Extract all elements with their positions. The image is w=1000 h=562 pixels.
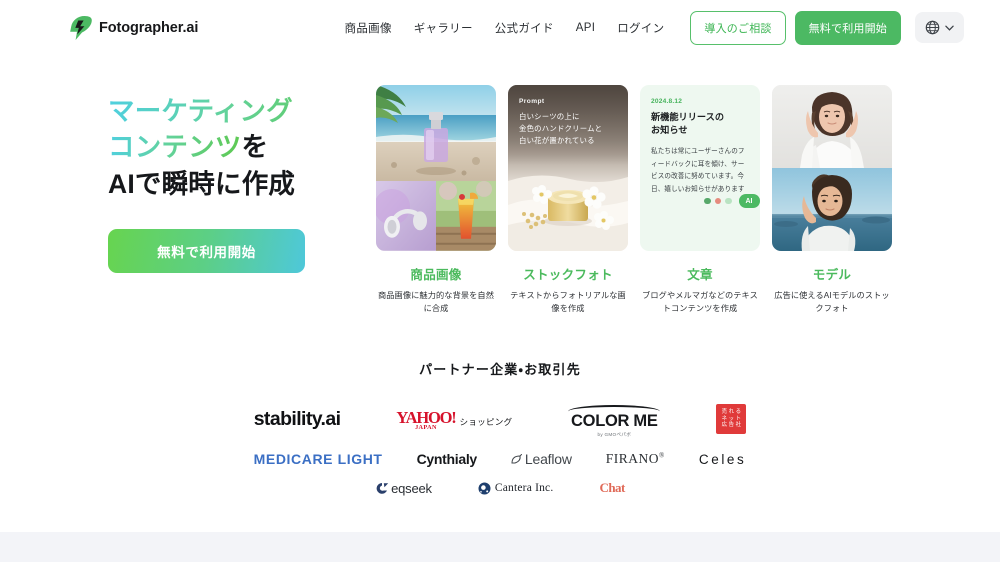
- card-desc-product-image: 商品画像に魅力的な背景を自然に合成: [377, 291, 495, 313]
- feature-card-stock-photo[interactable]: Prompt 白いシーツの上に 金色のハンドクリームと 白い花が置かれている ス…: [508, 85, 628, 315]
- prompt-overlay: Prompt 白いシーツの上に 金色のハンドクリームと 白い花が置かれている: [508, 85, 628, 165]
- partner-logo-celes: Celes: [698, 451, 747, 467]
- note-status-row: AI: [704, 194, 760, 208]
- card-media-text-note: 2024.8.12 新機能リリースの お知らせ 私たちは常にユーザーさんのフィー…: [640, 85, 760, 251]
- feature-cards: 商品画像 商品画像に魅力的な背景を自然に合成 Prompt 白いシーツの上に 金…: [376, 85, 892, 315]
- chevron-down-icon: [945, 25, 954, 31]
- partner-logo-eqseek: eqseek: [375, 481, 432, 496]
- color-me-wordmark: COLOR ME: [571, 412, 658, 431]
- partner-logo-chat: Chat: [599, 480, 625, 496]
- card-title-text: 文章: [687, 268, 713, 282]
- eqseek-mark-icon: [376, 482, 389, 494]
- cantera-mark-icon: [478, 482, 491, 495]
- note-date: 2024.8.12: [651, 98, 683, 105]
- nav-link-api[interactable]: API: [576, 22, 595, 34]
- color-me-sublabel: by GMOペパボ: [597, 432, 632, 438]
- partner-row-1: stability.ai YAHOO! JAPAN ショッピング COLOR M…: [254, 400, 747, 438]
- partner-logo-cynthialy: Cynthialy: [416, 451, 478, 468]
- cantera-wordmark: Cantera Inc.: [494, 482, 554, 495]
- main-nav: 商品画像 ギャラリー 公式ガイド API ログイン 導入のご相談 無料で利用開始: [345, 10, 964, 45]
- leaf-icon: [511, 453, 522, 464]
- partner-logo-color-me: COLOR ME by GMOペパボ: [568, 400, 661, 438]
- prompt-label: Prompt: [519, 98, 545, 105]
- nav-links: 商品画像 ギャラリー 公式ガイド API ログイン: [345, 20, 665, 36]
- page-root: Fotographer.ai 商品画像 ギャラリー 公式ガイド API ログイン…: [0, 0, 1000, 562]
- partner-logo-yahoo-shopping: YAHOO! JAPAN ショッピング: [396, 408, 512, 431]
- eqseek-wordmark: eqseek: [391, 480, 432, 496]
- brand-logo[interactable]: Fotographer.ai: [70, 15, 199, 40]
- note-heading: 新機能リリースの お知らせ: [651, 112, 725, 136]
- status-dot-1: [704, 197, 711, 205]
- bolt-logo-icon: [70, 15, 92, 40]
- yahoo-mark: YAHOO! JAPAN: [396, 408, 456, 431]
- urenet-cell-7: 広: [721, 422, 728, 429]
- partner-logo-firano: FIRANO®: [606, 451, 665, 467]
- hero-title-line-2-accent: コンテンツ: [108, 132, 242, 163]
- note-body-text: 私たちは常にユーザーさんのフィードバックに耳を傾け、サービスの改善に努めています…: [651, 148, 745, 194]
- card-title-model: モデル: [812, 268, 852, 282]
- card-desc-text: ブログやメルマガなどのテキストコンテンツを作成: [642, 291, 758, 313]
- nav-link-product-image[interactable]: 商品画像: [345, 20, 392, 36]
- nav-link-gallery[interactable]: ギャラリー: [414, 20, 473, 36]
- card-title-stock-photo: ストックフォト: [523, 268, 613, 282]
- feature-card-product-image[interactable]: 商品画像 商品画像に魅力的な背景を自然に合成: [376, 85, 496, 315]
- feature-card-model[interactable]: モデル 広告に使えるAIモデルのストックフォト: [772, 85, 892, 315]
- urenet-cell-9: 社: [735, 422, 742, 429]
- perfume-beach-image: [376, 85, 496, 182]
- site-header: Fotographer.ai 商品画像 ギャラリー 公式ガイド API ログイン…: [0, 0, 1000, 55]
- firano-wordmark: FIRANO: [605, 451, 660, 467]
- language-selector[interactable]: [915, 12, 964, 43]
- start-free-button-header[interactable]: 無料で利用開始: [794, 10, 901, 45]
- ai-badge: AI: [738, 194, 760, 208]
- hero-title-line-2: コンテンツを: [108, 129, 370, 165]
- hero-section: マーケティング コンテンツを AIで瞬時に作成 無料で利用開始 商品画像 商品画…: [0, 55, 1000, 315]
- leaflow-wordmark: Leaflow: [524, 451, 572, 468]
- footer-strip: [0, 532, 1000, 562]
- nav-link-login[interactable]: ログイン: [617, 20, 664, 36]
- card-desc-model: 広告に使えるAIモデルのストックフォト: [774, 291, 890, 313]
- female-model-image: [772, 85, 892, 168]
- cocktail-image: [436, 181, 496, 251]
- card-title-product-image: 商品画像: [410, 268, 462, 282]
- partner-logos: stability.ai YAHOO! JAPAN ショッピング COLOR M…: [0, 400, 1000, 496]
- headphones-image: [376, 181, 436, 251]
- card-media-product-image: [376, 85, 496, 251]
- hero-title-line-1: マーケティング: [108, 93, 370, 129]
- status-dot-2: [714, 197, 721, 205]
- partner-logo-stability-ai: stability.ai: [253, 407, 341, 430]
- partners-section: パートナー企業・お取引先 stability.ai YAHOO! JAPAN シ…: [0, 359, 1000, 496]
- partner-logo-urenet: 売 れ る ネ ッ ト 広 告 社: [716, 404, 747, 435]
- page-title: マーケティング コンテンツを AIで瞬時に作成: [108, 93, 370, 202]
- card-media-stock-photo: Prompt 白いシーツの上に 金色のハンドクリームと 白い花が置かれている: [508, 85, 628, 251]
- prompt-text: 白いシーツの上に 金色のハンドクリームと 白い花が置かれている: [519, 112, 603, 145]
- male-model-image: [772, 168, 892, 251]
- start-free-button-hero[interactable]: 無料で利用開始: [108, 228, 305, 273]
- partner-logo-cantera: Cantera Inc.: [478, 482, 554, 495]
- urenet-cell-1: 売: [721, 409, 728, 416]
- partner-row-2: MEDICARE LIGHT Cynthialy Leaflow FIRANO®…: [254, 451, 747, 467]
- consult-button[interactable]: 導入のご相談: [690, 10, 786, 45]
- card-desc-stock-photo: テキストからフォトリアルな画像を作成: [510, 291, 626, 313]
- urenet-cell-3: る: [735, 409, 742, 416]
- brand-name: Fotographer.ai: [99, 19, 199, 36]
- urenet-cell-8: 告: [728, 422, 735, 429]
- partners-title: パートナー企業・お取引先: [419, 362, 581, 378]
- nav-link-official-guide[interactable]: 公式ガイド: [495, 20, 554, 36]
- partner-row-3: eqseek Cantera Inc. Chat: [375, 480, 625, 496]
- hero-copy: マーケティング コンテンツを AIで瞬時に作成 無料で利用開始: [108, 85, 370, 315]
- partner-logo-leaflow: Leaflow: [511, 451, 572, 467]
- partner-logo-medicare-light: MEDICARE LIGHT: [253, 451, 383, 468]
- firano-registered-mark: ®: [659, 451, 665, 460]
- card-media-model: [772, 85, 892, 251]
- status-dot-3: [725, 197, 732, 205]
- feature-card-text[interactable]: 2024.8.12 新機能リリースの お知らせ 私たちは常にユーザーさんのフィー…: [640, 85, 760, 315]
- hero-title-line-2-plain: を: [241, 132, 269, 163]
- note-body: 私たちは常にユーザーさんのフィードバックに耳を傾け、サービスの改善に努めています…: [651, 146, 749, 197]
- hero-title-line-3: AIで瞬時に作成: [108, 168, 296, 199]
- urenet-cell-2: れ: [728, 409, 735, 416]
- globe-icon: [925, 20, 940, 35]
- yahoo-shopping-label: ショッピング: [459, 416, 513, 427]
